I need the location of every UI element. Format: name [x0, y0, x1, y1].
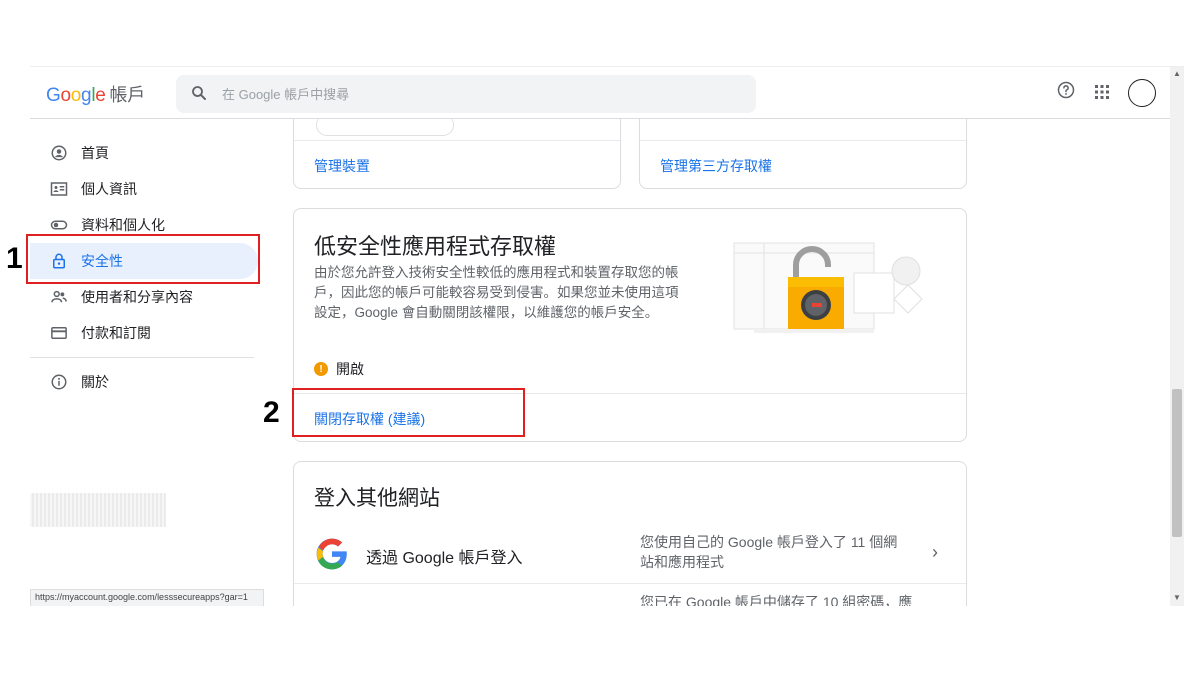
sidebar-item-about[interactable]: 關於	[30, 364, 258, 400]
scroll-down-icon[interactable]: ▼	[1173, 593, 1181, 602]
search-input[interactable]	[222, 75, 742, 113]
annotation-number-1: 1	[6, 242, 23, 275]
card-divider	[294, 140, 620, 141]
sidebar-item-label: 關於	[81, 374, 109, 390]
google-account-logo[interactable]: Google 帳戶	[46, 81, 145, 107]
sidebar-item-payments[interactable]: 付款和訂閱	[30, 315, 258, 351]
password-row-partial[interactable]: 您已在 Google 帳戶中儲存了 10 組密碼，應	[640, 592, 912, 606]
search-bar[interactable]	[176, 75, 756, 113]
app-header: Google 帳戶	[30, 67, 1170, 119]
scrollbar-thumb[interactable]	[1172, 389, 1182, 537]
blurred-region	[30, 493, 166, 527]
card-divider	[640, 140, 966, 141]
google-wordmark: Google	[46, 85, 106, 106]
sidebar-item-label: 首頁	[81, 145, 109, 161]
sidebar-item-personal-info[interactable]: 個人資訊	[30, 171, 258, 207]
avatar[interactable]	[1128, 79, 1156, 107]
lsa-description: 由於您允許登入技術安全性較低的應用程式和裝置存取您的帳戶，因此您的帳戶可能較容易…	[314, 265, 679, 320]
lsa-status: ! 開啟	[314, 359, 364, 379]
open-padlock-illustration	[733, 242, 923, 333]
sidebar-item-people-sharing[interactable]: 使用者和分享內容	[30, 279, 258, 315]
sidebar-divider	[30, 357, 254, 358]
lsa-status-label: 開啟	[336, 361, 364, 377]
google-g-icon	[316, 538, 347, 570]
signin-row-label: 透過 Google 帳戶登入	[366, 550, 523, 567]
manage-devices-link[interactable]: 管理裝置	[314, 156, 370, 176]
status-url-hint: https://myaccount.google.com/lesssecurea…	[30, 589, 264, 606]
third-party-card: 管理第三方存取權	[639, 107, 967, 189]
signin-title: 登入其他網站	[314, 487, 440, 510]
sidebar-item-label: 付款和訂閱	[81, 325, 151, 341]
sidebar-item-label: 資料和個人化	[81, 217, 165, 233]
signin-other-sites-card: 登入其他網站 透過 Google 帳戶登入 您使用自己的 Google 帳戶登入…	[293, 461, 967, 606]
devices-card: 管理裝置	[293, 107, 621, 189]
toggle-icon	[50, 216, 68, 234]
home-icon	[50, 144, 68, 162]
scroll-up-icon[interactable]: ▲	[1173, 69, 1181, 78]
manage-third-party-link[interactable]: 管理第三方存取權	[660, 156, 772, 176]
account-label: 帳戶	[109, 85, 146, 105]
card-icon	[50, 324, 68, 342]
annotation-box-2	[292, 388, 525, 437]
lsa-title: 低安全性應用程式存取權	[314, 234, 557, 259]
browser-viewport: Google帳戶 首頁	[30, 66, 1184, 606]
signin-with-google-row[interactable]: 透過 Google 帳戶登入 您使用自己的 Google 帳戶登入了 11 個網…	[294, 524, 966, 584]
id-card-icon	[50, 180, 68, 198]
warning-icon: !	[314, 362, 328, 376]
chevron-right-icon: ›	[932, 542, 938, 562]
search-icon[interactable]	[190, 84, 208, 107]
signin-row-description: 您使用自己的 Google 帳戶登入了 11 個網站和應用程式	[640, 534, 898, 570]
annotation-number-2: 2	[263, 396, 280, 429]
info-icon	[50, 373, 68, 391]
apps-grid-icon[interactable]	[1094, 84, 1110, 105]
sidebar-item-label: 個人資訊	[81, 181, 137, 197]
help-icon[interactable]	[1056, 80, 1076, 105]
sidebar-item-home[interactable]: 首頁	[30, 135, 258, 171]
annotation-box-1	[26, 234, 260, 284]
people-icon	[50, 288, 68, 306]
sidebar-item-label: 使用者和分享內容	[81, 289, 193, 305]
scrollbar[interactable]: ▲ ▼	[1170, 67, 1184, 606]
